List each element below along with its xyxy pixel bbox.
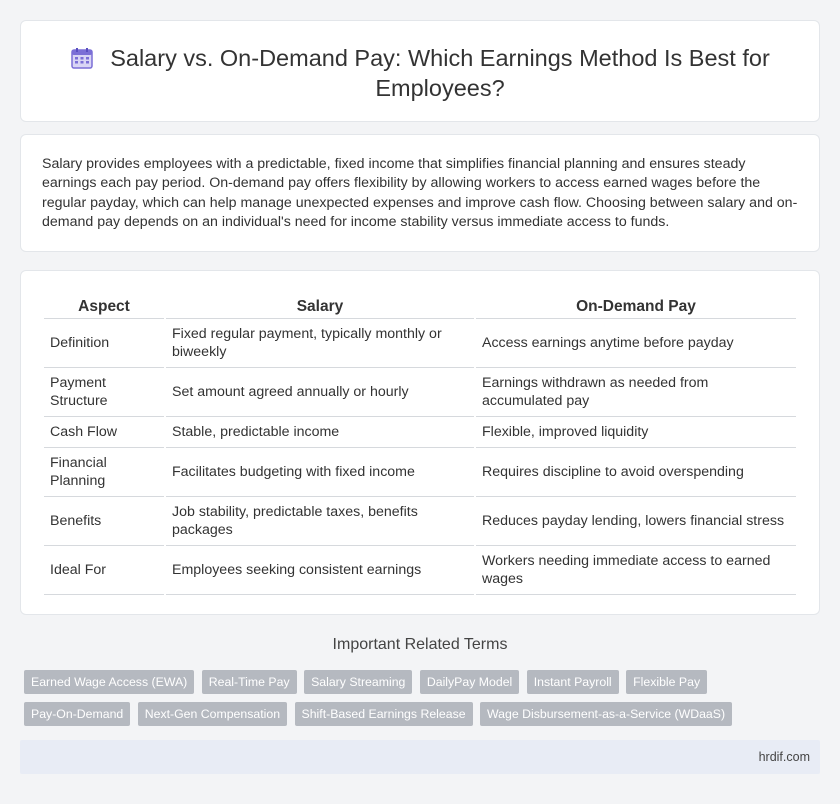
- tag-salary-streaming[interactable]: Salary Streaming: [304, 670, 413, 694]
- intro-text: Salary provides employees with a predict…: [42, 156, 798, 231]
- table-cell: Facilitates budgeting with fixed income: [166, 448, 474, 497]
- tag-dailypay-model[interactable]: DailyPay Model: [419, 670, 520, 694]
- page-title: Salary vs. On-Demand Pay: Which Earnings…: [110, 45, 770, 101]
- tag-pay-on-demand[interactable]: Pay-On-Demand: [24, 702, 131, 726]
- table-cell: Reduces payday lending, lowers financial…: [476, 497, 796, 546]
- table-row: Payment Structure Set amount agreed annu…: [44, 368, 796, 417]
- table-cell: Payment Structure: [44, 368, 164, 417]
- footer-site-link[interactable]: hrdif.com: [759, 750, 810, 764]
- column-header-aspect: Aspect: [44, 293, 164, 319]
- table-cell: Stable, predictable income: [166, 417, 474, 448]
- table-cell: Cash Flow: [44, 417, 164, 448]
- table-cell: Job stability, predictable taxes, benefi…: [166, 497, 474, 546]
- tag-flexible-pay[interactable]: Flexible Pay: [626, 670, 708, 694]
- table-cell: Financial Planning: [44, 448, 164, 497]
- table-cell: Fixed regular payment, typically monthly…: [166, 319, 474, 368]
- table-cell: Access earnings anytime before payday: [476, 319, 796, 368]
- footer: hrdif.com: [20, 740, 820, 774]
- related-terms-title: Important Related Terms: [332, 636, 508, 653]
- header-card: Salary vs. On-Demand Pay: Which Earnings…: [20, 20, 820, 122]
- table-cell: Definition: [44, 319, 164, 368]
- table-cell: Earnings withdrawn as needed from accumu…: [476, 368, 796, 417]
- tag-shift-based-earnings-release[interactable]: Shift-Based Earnings Release: [294, 702, 473, 726]
- intro-card: Salary provides employees with a predict…: [20, 134, 820, 252]
- column-header-salary: Salary: [166, 293, 474, 319]
- tag-instant-payroll[interactable]: Instant Payroll: [526, 670, 619, 694]
- table-row: Cash Flow Stable, predictable income Fle…: [44, 417, 796, 448]
- table-cell: Flexible, improved liquidity: [476, 417, 796, 448]
- table-cell: Benefits: [44, 497, 164, 546]
- table-cell: Requires discipline to avoid overspendin…: [476, 448, 796, 497]
- tag-wdaas[interactable]: Wage Disbursement-as-a-Service (WDaaS): [480, 702, 733, 726]
- column-header-on-demand: On-Demand Pay: [476, 293, 796, 319]
- table-cell: Employees seeking consistent earnings: [166, 546, 474, 595]
- related-terms-tags: Earned Wage Access (EWA) Real-Time Pay S…: [24, 670, 804, 734]
- table-row: Financial Planning Facilitates budgeting…: [44, 448, 796, 497]
- comparison-table-card: Aspect Salary On-Demand Pay Definition F…: [20, 270, 820, 615]
- table-row: Benefits Job stability, predictable taxe…: [44, 497, 796, 546]
- tag-next-gen-compensation[interactable]: Next-Gen Compensation: [137, 702, 288, 726]
- tag-real-time-pay[interactable]: Real-Time Pay: [201, 670, 297, 694]
- tag-earned-wage-access[interactable]: Earned Wage Access (EWA): [24, 670, 195, 694]
- table-header-row: Aspect Salary On-Demand Pay: [44, 293, 796, 319]
- comparison-table: Aspect Salary On-Demand Pay Definition F…: [42, 293, 798, 595]
- table-row: Ideal For Employees seeking consistent e…: [44, 546, 796, 595]
- table-cell: Workers needing immediate access to earn…: [476, 546, 796, 595]
- table-cell: Set amount agreed annually or hourly: [166, 368, 474, 417]
- table-row: Definition Fixed regular payment, typica…: [44, 319, 796, 368]
- table-cell: Ideal For: [44, 546, 164, 595]
